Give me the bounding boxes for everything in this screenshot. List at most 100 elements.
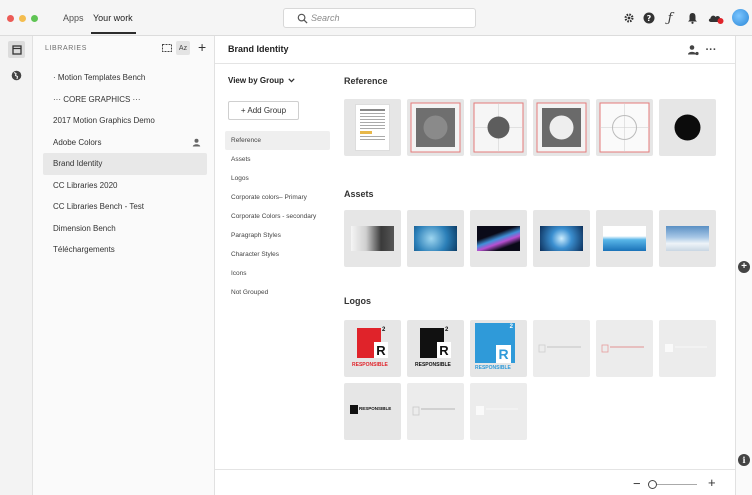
libraries-icon (11, 44, 22, 55)
black-circle-graphic (674, 114, 701, 141)
faint-logo-graphic (601, 344, 644, 353)
reference-tile-document[interactable] (344, 99, 401, 156)
zoom-slider-track[interactable] (657, 484, 697, 485)
asset-image (414, 226, 457, 251)
logo-black-mark: 2 R (420, 327, 451, 358)
reference-tile-spec-2[interactable] (470, 99, 527, 156)
add-group-button[interactable]: + Add Group (228, 101, 299, 120)
library-item-active[interactable]: Brand Identity (43, 153, 207, 175)
reference-tile-spec-3[interactable] (533, 99, 590, 156)
more-options-icon[interactable]: ··· (705, 44, 717, 56)
active-tab-indicator (91, 32, 136, 34)
logo-small-mark (350, 405, 358, 414)
window-zoom-button[interactable] (31, 15, 38, 22)
logo-blue-mark: 2 R (475, 323, 515, 363)
discover-rail-button[interactable] (8, 67, 25, 84)
zoom-out-button[interactable]: − (633, 476, 641, 491)
faint-logo-graphic (476, 406, 518, 415)
window-close-button[interactable] (7, 15, 14, 22)
asset-tile-4[interactable] (533, 210, 590, 267)
library-item-label: Adobe Colors (53, 137, 102, 147)
search-placeholder: Search (311, 13, 340, 23)
search-input[interactable]: Search (283, 8, 476, 28)
help-icon[interactable]: ? (642, 11, 656, 25)
logo-tile-faint-4[interactable] (407, 383, 464, 440)
asset-tile-1[interactable] (344, 210, 401, 267)
asset-tile-2[interactable] (407, 210, 464, 267)
library-item[interactable]: CC Libraries Bench - Test (33, 196, 207, 218)
zoom-in-button[interactable]: + (708, 475, 716, 490)
logo-tile-wordmark-black[interactable]: RESPONSIBLE (344, 383, 401, 440)
group-item-corporate-secondary[interactable]: Corporate Colors - secondary (225, 207, 330, 226)
group-item-assets[interactable]: Assets (225, 150, 330, 169)
info-icon[interactable]: i (738, 454, 750, 466)
logo-tile-black[interactable]: 2 R RESPONSIBLE (407, 320, 464, 377)
collapse-icon[interactable] (161, 42, 173, 54)
asset-tile-3[interactable] (470, 210, 527, 267)
logo-tile-faint-3[interactable] (659, 320, 716, 377)
logo-red-mark: 2 R (357, 327, 388, 358)
add-content-button[interactable]: + (738, 261, 750, 273)
svg-text:?: ? (647, 14, 652, 23)
reference-tile-circle[interactable] (659, 99, 716, 156)
main-header: Brand Identity ··· (215, 36, 735, 64)
right-rail: + i (735, 36, 752, 495)
library-item[interactable]: Dimension Bench (33, 218, 207, 240)
tab-your-work[interactable]: Your work (93, 13, 133, 23)
group-item-corporate-primary[interactable]: Corporate colors– Primary (225, 188, 330, 207)
libraries-heading: LIBRARIES (45, 45, 87, 52)
share-user-icon[interactable] (687, 44, 699, 56)
logo-tile-faint-5[interactable] (470, 383, 527, 440)
library-item[interactable]: 2017 Motion Graphics Demo (33, 110, 207, 132)
library-list: · Motion Templates Bench ··· CORE GRAPHI… (33, 67, 215, 261)
library-item[interactable]: CC Libraries 2020 (33, 175, 207, 197)
asset-tile-5[interactable] (596, 210, 653, 267)
cloud-icon[interactable] (706, 11, 724, 25)
group-item-logos[interactable]: Logos (225, 169, 330, 188)
notifications-icon[interactable] (685, 11, 699, 25)
libraries-rail-button[interactable] (8, 41, 25, 58)
reference-tile-spec-1[interactable] (407, 99, 464, 156)
logo-tile-faint-2[interactable] (596, 320, 653, 377)
group-item-paragraph-styles[interactable]: Paragraph Styles (225, 226, 330, 245)
search-icon (297, 13, 308, 24)
group-item-character-styles[interactable]: Character Styles (225, 245, 330, 264)
logo-tile-red[interactable]: 2 R RESPONSIBLE (344, 320, 401, 377)
logo-wordmark: RESPONSIBLE (352, 362, 388, 368)
group-column: View by Group + Add Group Reference Asse… (215, 65, 335, 465)
fonts-icon[interactable]: ƒ (663, 11, 677, 26)
spec-graphic (473, 102, 524, 153)
logo-tile-faint-1[interactable] (533, 320, 590, 377)
settings-icon[interactable] (622, 11, 636, 25)
window-minimize-button[interactable] (19, 15, 26, 22)
view-by-dropdown[interactable]: View by Group (228, 76, 295, 85)
left-rail (0, 36, 33, 495)
libraries-panel: LIBRARIES Az + · Motion Templates Bench … (33, 36, 215, 495)
reference-tile-spec-4[interactable] (596, 99, 653, 156)
view-by-label: View by Group (228, 76, 284, 85)
logo-tile-blue[interactable]: 2 R RESPONSIBLE (470, 320, 527, 377)
sort-button[interactable]: Az (176, 41, 190, 55)
globe-icon (11, 70, 22, 81)
group-item-icons[interactable]: Icons (225, 264, 330, 283)
faint-logo-graphic (665, 344, 707, 352)
zoom-slider-handle[interactable] (648, 480, 657, 489)
spec-graphic (410, 102, 461, 153)
library-item[interactable]: Téléchargements (33, 239, 207, 261)
asset-image (603, 226, 646, 251)
library-item[interactable]: · Motion Templates Bench (33, 67, 207, 89)
group-item-reference[interactable]: Reference (225, 131, 330, 150)
add-library-button[interactable]: + (198, 39, 206, 55)
asset-tile-6[interactable] (659, 210, 716, 267)
tab-apps[interactable]: Apps (63, 13, 84, 23)
faint-logo-graphic (538, 344, 581, 353)
document-thumbnail (355, 104, 390, 151)
library-item[interactable]: Adobe Colors (33, 132, 207, 154)
section-title-assets: Assets (344, 189, 374, 199)
asset-image (477, 226, 520, 251)
faint-logo-graphic (412, 406, 455, 416)
asset-image (351, 226, 394, 251)
avatar[interactable] (732, 9, 749, 26)
group-item-not-grouped[interactable]: Not Grouped (225, 283, 330, 302)
library-item[interactable]: ··· CORE GRAPHICS ··· (33, 89, 207, 111)
